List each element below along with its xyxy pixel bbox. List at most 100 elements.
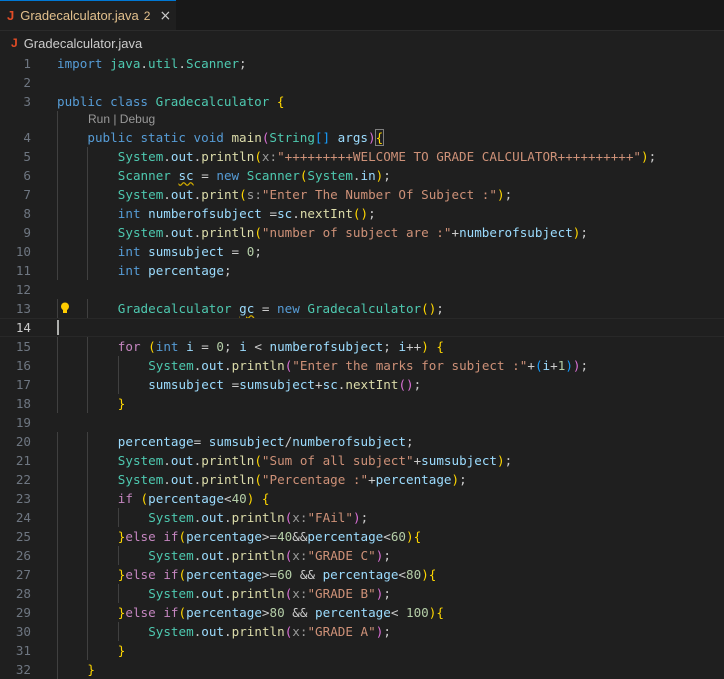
indent-guide — [87, 166, 89, 185]
code-line[interactable]: 7 System.out.print(s:"Enter The Number Of… — [0, 185, 724, 204]
code-line[interactable]: 32} — [0, 660, 724, 679]
code-token: . — [352, 168, 361, 183]
code-token: ( — [148, 339, 156, 354]
code-token: numberofsubject — [459, 225, 573, 240]
codelens-label[interactable]: Run | Debug — [88, 111, 155, 128]
code-line[interactable]: 2 — [0, 73, 724, 92]
indent-guide — [57, 470, 58, 489]
code-line[interactable]: 4 public static void main(String[] args){ — [0, 128, 724, 147]
code-token: ; — [224, 339, 240, 354]
code-token: ; — [413, 377, 422, 392]
line-number: 6 — [23, 168, 31, 183]
code-line[interactable]: 6 Scanner sc = new Scanner(System.in); — [0, 166, 724, 185]
code-line[interactable]: 13 Gradecalculator gc = new Gradecalculat… — [0, 299, 724, 318]
code-token: + — [550, 358, 558, 373]
code-line[interactable]: 12 — [0, 280, 724, 299]
code-line[interactable]: 5 System.out.println(x:"+++++++++WELCOME … — [0, 147, 724, 166]
indent-guide — [87, 204, 89, 223]
indent-guide — [57, 356, 58, 375]
line-number: 24 — [15, 510, 31, 525]
code-token: [] — [314, 130, 331, 145]
code-line[interactable]: 18} — [0, 394, 724, 413]
code-token: out — [170, 453, 194, 468]
java-file-icon: J — [11, 36, 18, 50]
code-token: println — [201, 472, 255, 487]
code-line[interactable]: 23 if (percentage<40) { — [0, 489, 724, 508]
line-number: 17 — [15, 377, 31, 392]
code-text: public static void main(String[] args){ — [87, 128, 385, 147]
code-text: int numberofsubject =sc.nextInt(); — [118, 204, 376, 223]
code-token: 80 — [406, 567, 422, 582]
code-line[interactable]: 16 System.out.println("Enter the marks fo… — [0, 356, 724, 375]
code-text: System.out.println(x:"FAil"); — [148, 508, 368, 527]
code-line[interactable]: 30 System.out.println(x:"GRADE A"); — [0, 622, 724, 641]
code-token: "GRADE B" — [307, 586, 376, 601]
indent-guide — [57, 622, 58, 641]
code-line[interactable]: 14 — [0, 318, 724, 337]
code-line[interactable]: 8 int numberofsubject =sc.nextInt(); — [0, 204, 724, 223]
code-line[interactable]: 29}else if(percentage>80 && percentage< … — [0, 603, 724, 622]
code-token: ) — [368, 130, 376, 145]
breadcrumb-item-file[interactable]: Gradecalculator.java — [24, 36, 143, 51]
code-line[interactable]: 31} — [0, 641, 724, 660]
code-token: () — [352, 206, 369, 221]
code-line[interactable]: 19 — [0, 413, 724, 432]
codelens-run-debug[interactable]: Run | Debug — [0, 111, 724, 128]
indent-guide — [57, 451, 58, 470]
indent-guide — [117, 584, 119, 603]
lightbulb-icon[interactable] — [58, 301, 72, 315]
code-line[interactable]: 3 public class Gradecalculator { — [0, 92, 724, 111]
code-line[interactable]: 25}else if(percentage>=40&&percentage<60… — [0, 527, 724, 546]
code-token: ) — [496, 453, 505, 468]
code-token: println — [201, 225, 255, 240]
code-line[interactable]: 9 System.out.println("number of subject a… — [0, 223, 724, 242]
code-token: . — [224, 358, 232, 373]
code-line[interactable]: 15 for (int i = 0; i < numberofsubject; i… — [0, 337, 724, 356]
code-token: ; — [383, 168, 391, 183]
code-token: ) — [406, 529, 414, 544]
code-line[interactable]: 20 percentage= sumsubject/numberofsubject… — [0, 432, 724, 451]
code-token: x: — [292, 548, 308, 563]
tab-gradecalculator[interactable]: J Gradecalculator.java 2 × — [0, 0, 176, 30]
code-token: && — [292, 567, 323, 582]
code-token: percentage — [186, 605, 262, 620]
code-token: ( — [239, 187, 247, 202]
code-text: System.out.println("Percentage :"+percen… — [118, 470, 467, 489]
code-line[interactable]: 21 System.out.println("Sum of all subject… — [0, 451, 724, 470]
code-editor[interactable]: 1 import java.util.Scanner; 2 3 public class… — [0, 54, 724, 679]
code-line[interactable]: 17 sumsubject =sumsubject+sc.nextInt(); — [0, 375, 724, 394]
code-line[interactable]: 27}else if(percentage>=60 && percentage<… — [0, 565, 724, 584]
code-line[interactable]: 1 import java.util.Scanner; — [0, 54, 724, 73]
code-line[interactable]: 11 int percentage; — [0, 261, 724, 280]
code-token: 100 — [406, 605, 429, 620]
line-number: 26 — [15, 548, 31, 563]
code-token: percentage — [148, 263, 224, 278]
code-token: ( — [178, 605, 187, 620]
code-token: ; — [436, 301, 444, 316]
code-line[interactable]: 22 System.out.println("Percentage :"+perc… — [0, 470, 724, 489]
code-token: println — [231, 548, 285, 563]
code-token: >= — [261, 567, 278, 582]
code-token: sumsubject — [208, 434, 285, 449]
code-token: percentage — [186, 529, 262, 544]
code-line[interactable]: 28 System.out.println(x:"GRADE B"); — [0, 584, 724, 603]
tab-label: Gradecalculator.java — [20, 8, 139, 23]
code-token: >= — [261, 529, 278, 544]
code-token: System — [117, 453, 164, 468]
close-icon[interactable]: × — [159, 8, 171, 24]
code-token: ; — [405, 434, 414, 449]
indent-guide — [57, 242, 58, 261]
code-text: public class Gradecalculator { — [57, 92, 285, 111]
indent-guide — [87, 451, 89, 470]
code-token: out — [201, 586, 225, 601]
code-token: x: — [292, 510, 308, 525]
code-token: String — [269, 130, 315, 145]
line-number: 31 — [15, 643, 31, 658]
code-token: System — [148, 624, 194, 639]
code-token: x: — [261, 149, 278, 164]
code-token: println — [201, 453, 255, 468]
code-line[interactable]: 10 int sumsubject = 0; — [0, 242, 724, 261]
code-line[interactable]: 24 System.out.println(x:"FAil"); — [0, 508, 724, 527]
code-line[interactable]: 26 System.out.println(x:"GRADE C"); — [0, 546, 724, 565]
code-token: "+++++++++WELCOME TO GRADE CALCULATOR+++… — [277, 149, 642, 164]
